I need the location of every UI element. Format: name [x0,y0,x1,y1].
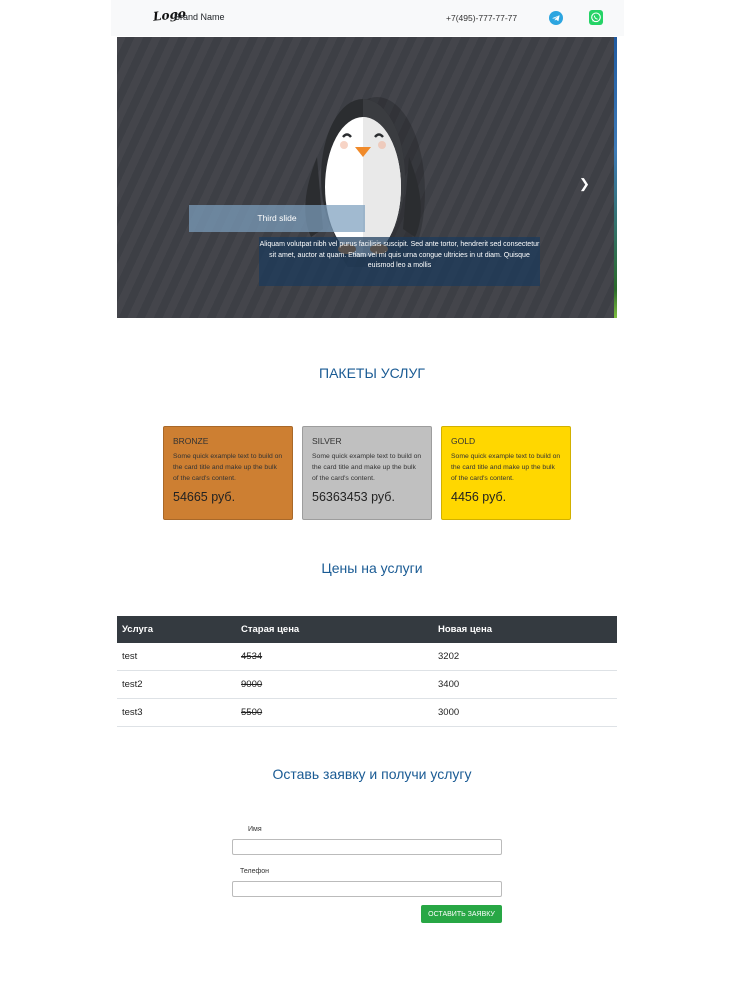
name-label: Имя [248,826,262,833]
old-price-cell: 5500 [236,698,433,727]
table-row: test 4534 3202 [117,643,617,671]
card-price: 54665 руб. [173,490,236,504]
table-row: test3 5500 3000 [117,698,617,727]
package-card-silver[interactable]: SILVER Some quick example text to build … [302,426,432,520]
table-header-row: Услуга Старая цена Новая цена [117,616,617,643]
package-card-gold[interactable]: GOLD Some quick example text to build on… [441,426,571,520]
package-card-bronze[interactable]: BRONZE Some quick example text to build … [163,426,293,520]
service-cell: test2 [117,670,236,699]
whatsapp-icon[interactable] [589,10,603,25]
submit-button[interactable]: ОСТАВИТЬ ЗАЯВКУ [421,905,502,923]
telegram-icon[interactable] [549,11,563,25]
card-title: SILVER [312,436,342,446]
card-price: 4456 руб. [451,490,507,504]
old-price-cell: 9000 [236,670,433,699]
table-row: test2 9000 3400 [117,670,617,699]
new-price-cell: 3400 [433,670,617,699]
slide-title: Third slide [189,205,365,232]
card-text: Some quick example text to build on the … [312,453,422,482]
phone-label: Телефон [240,868,270,875]
prices-heading: Цены на услуги [321,560,423,576]
brand-name[interactable]: Brand Name [174,12,225,22]
card-text: Some quick example text to build on the … [451,453,561,482]
phone-number[interactable]: +7(495)-777-77-77 [446,13,517,23]
new-price-cell: 3202 [433,643,617,671]
chevron-right-icon[interactable]: ❯ [579,176,590,192]
name-input[interactable] [232,839,502,855]
card-price: 56363453 руб. [312,490,395,504]
phone-input[interactable] [232,881,502,897]
navbar: Logo Brand Name +7(495)-777-77-77 [111,0,624,36]
old-price-cell: 4534 [236,643,433,671]
column-header-service: Услуга [117,616,236,643]
card-title: BRONZE [173,436,209,446]
column-header-new-price: Новая цена [433,616,617,643]
slide-caption: Aliquam volutpat nibh vel purus facilisi… [259,237,540,286]
application-heading: Оставь заявку и получи услугу [272,766,472,782]
new-price-cell: 3000 [433,698,617,727]
next-slide-preview [614,37,617,318]
prices-table: Услуга Старая цена Новая цена test 4534 … [117,616,617,727]
card-title: GOLD [451,436,476,446]
service-cell: test3 [117,698,236,727]
column-header-old-price: Старая цена [236,616,433,643]
carousel: ❯ Third slide Aliquam volutpat nibh vel … [117,37,617,318]
packages-heading: ПАКЕТЫ УСЛУГ [319,365,425,381]
card-text: Some quick example text to build on the … [173,453,283,482]
service-cell: test [117,643,236,671]
